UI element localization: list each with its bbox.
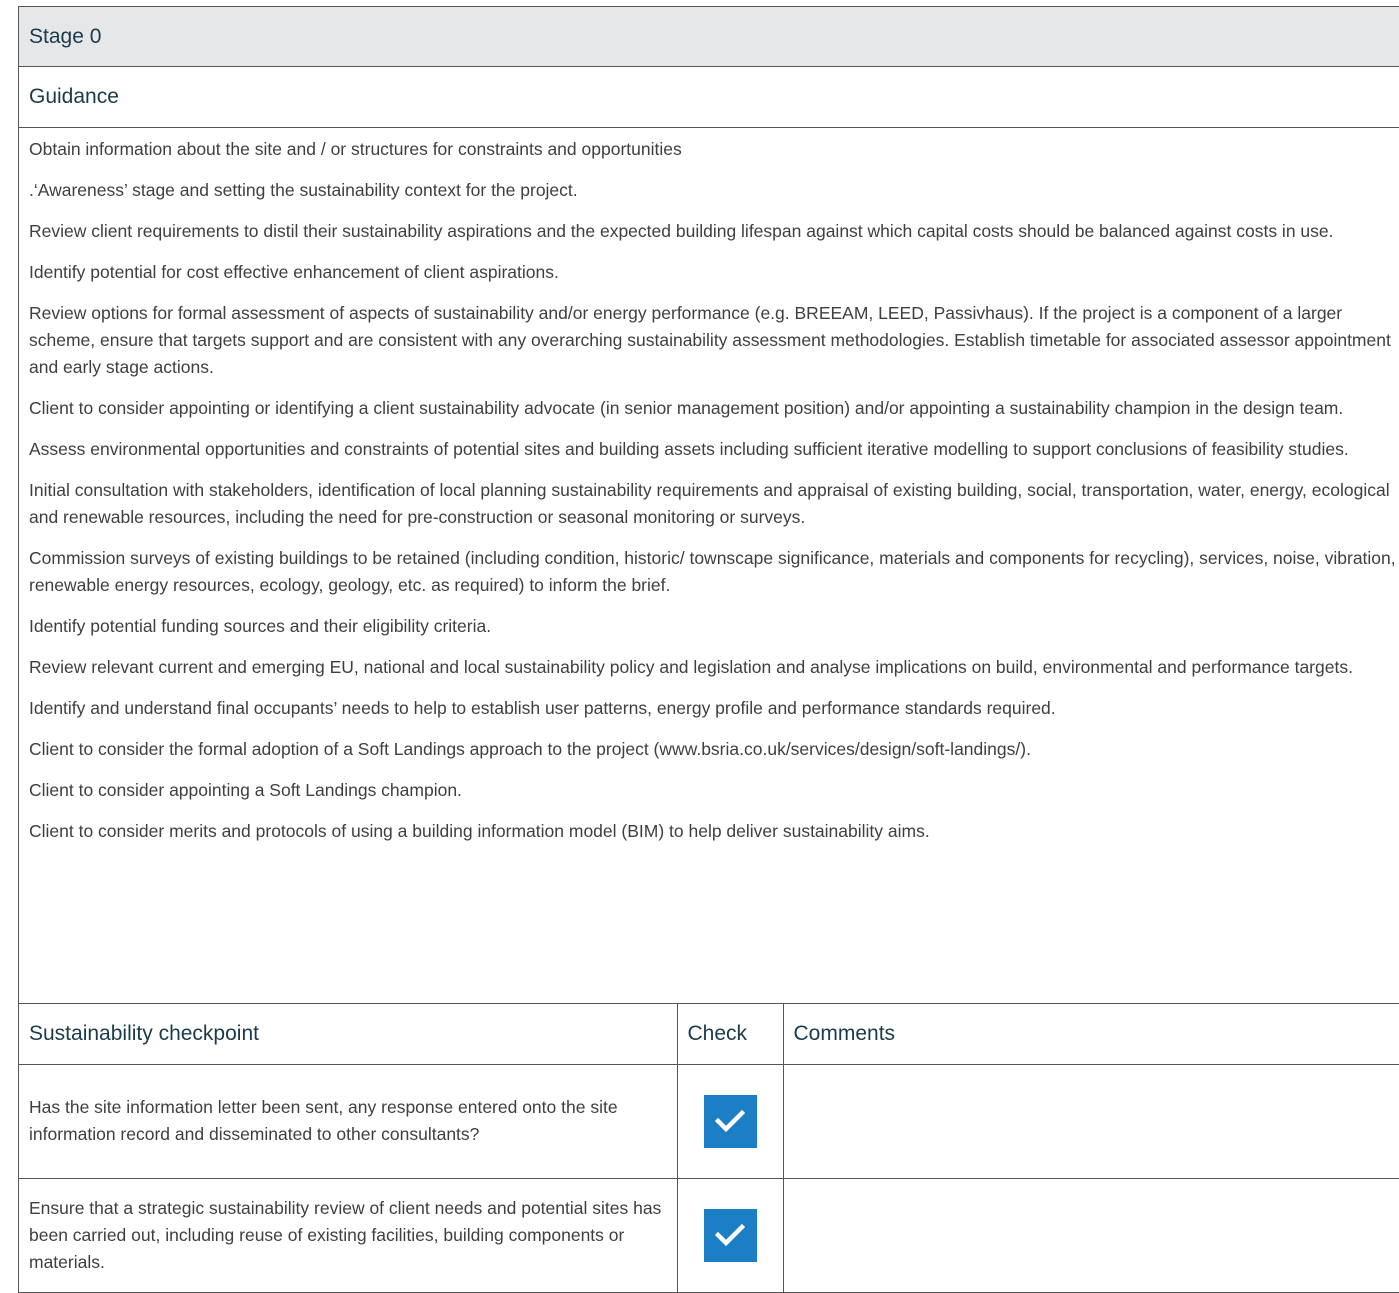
checkbox-checked-icon[interactable] [703, 1208, 757, 1262]
guidance-item: Review relevant current and emerging EU,… [29, 657, 1353, 677]
checkpoint-text: Ensure that a strategic sustainability r… [19, 1178, 678, 1293]
checkmark-icon [715, 1223, 745, 1247]
check-cell [677, 1064, 784, 1179]
guidance-item: Client to consider appointing or identif… [29, 398, 1344, 418]
checkpoint-column-header: Sustainability checkpoint [19, 1004, 678, 1065]
guidance-item: Identify potential funding sources and t… [29, 616, 492, 636]
checkpoint-text: Has the site information letter been sen… [19, 1064, 678, 1179]
guidance-item: Commission surveys of existing buildings… [29, 548, 1396, 595]
comments-cell[interactable] [783, 1178, 1399, 1293]
guidance-title: Guidance [19, 67, 1399, 128]
guidance-item: Client to consider merits and protocols … [29, 821, 930, 841]
guidance-list: Obtain information about the site and / … [19, 128, 1399, 1004]
stage-title: Stage 0 [19, 7, 1399, 67]
guidance-item: Identify and understand final occupants’… [29, 698, 1056, 718]
checkpoint-table: Sustainability checkpoint Check Comments… [19, 1004, 1399, 1293]
guidance-item: Client to consider appointing a Soft Lan… [29, 780, 462, 800]
guidance-item: Client to consider the formal adoption o… [29, 739, 1031, 759]
comments-cell[interactable] [783, 1064, 1399, 1179]
checkbox-checked-icon[interactable] [703, 1094, 757, 1148]
guidance-item: .‘Awareness’ stage and setting the susta… [29, 180, 578, 200]
guidance-item: Initial consultation with stakeholders, … [29, 480, 1390, 527]
guidance-item: Obtain information about the site and / … [29, 139, 682, 159]
table-row: Has the site information letter been sen… [19, 1064, 1399, 1179]
guidance-item: Review options for formal assessment of … [29, 303, 1391, 377]
guidance-item: Identify potential for cost effective en… [29, 262, 559, 282]
comments-column-header: Comments [783, 1004, 1399, 1065]
checkpoint-header-row: Sustainability checkpoint Check Comments [19, 1004, 1399, 1065]
guidance-item: Review client requirements to distil the… [29, 221, 1334, 241]
check-cell [677, 1178, 784, 1293]
table-row: Ensure that a strategic sustainability r… [19, 1178, 1399, 1293]
check-column-header: Check [677, 1004, 784, 1065]
checkmark-icon [715, 1109, 745, 1133]
guidance-item: Assess environmental opportunities and c… [29, 439, 1349, 459]
stage-table: Stage 0 Guidance Obtain information abou… [18, 6, 1399, 1293]
